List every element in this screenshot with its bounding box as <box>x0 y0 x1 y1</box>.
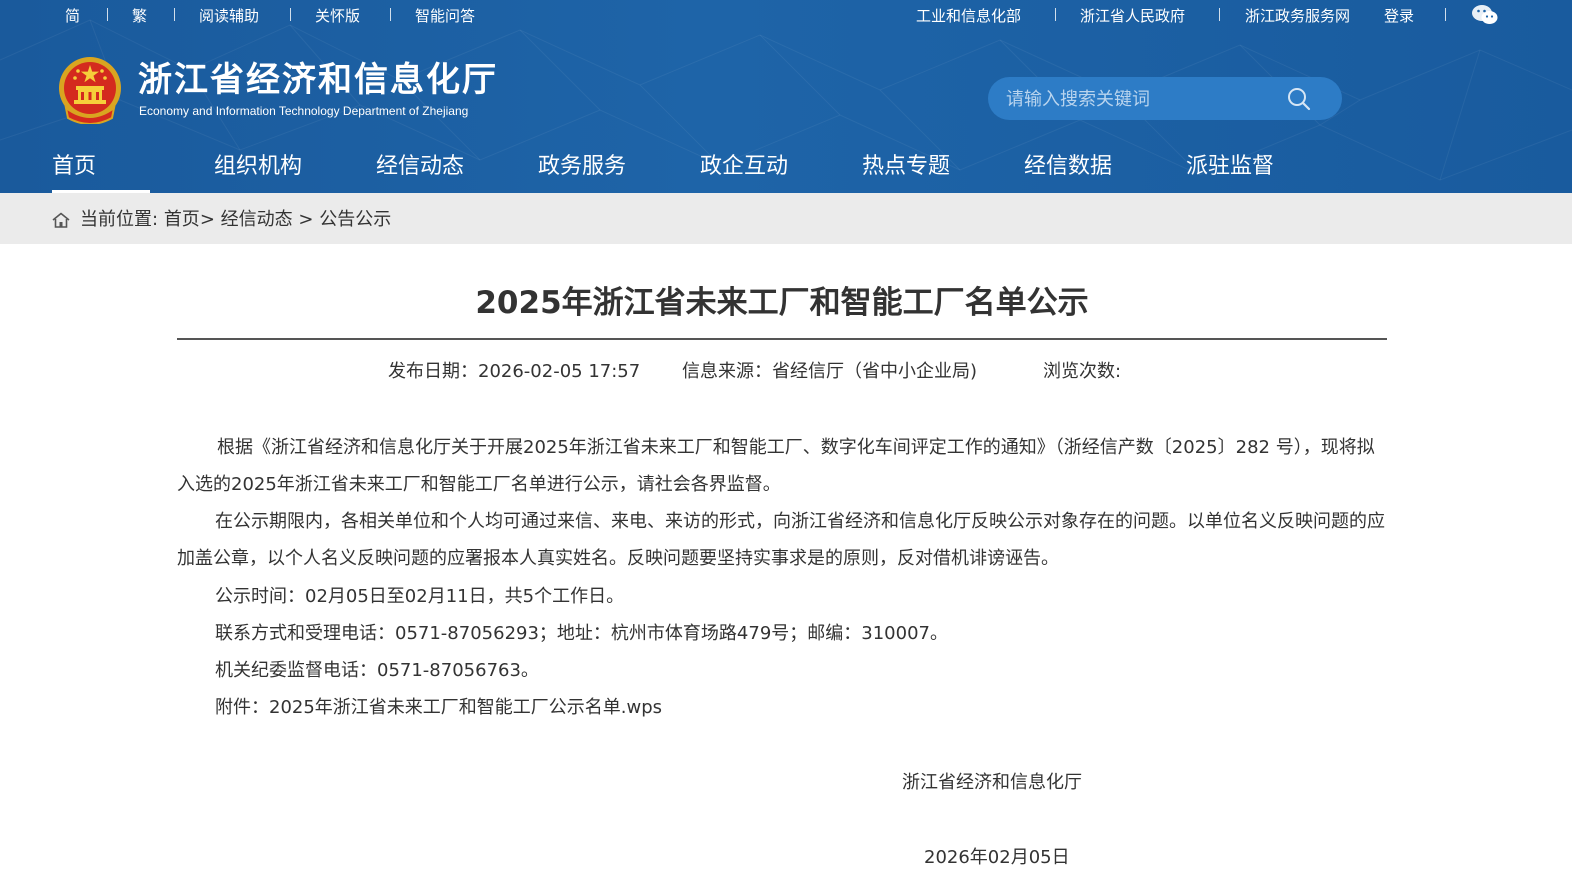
source-value: 省经信厅（省中小企业局) <box>772 361 978 382</box>
divider <box>390 8 391 21</box>
contact-info: 联系方式和受理电话：0571-87056293；地址：杭州市体育场路479号；邮… <box>215 623 948 644</box>
miit-link[interactable]: 工业和信息化部 <box>916 7 1021 25</box>
publish-date-label: 发布日期： <box>388 361 478 382</box>
attachment-row: 附件：2025年浙江省未来工厂和智能工厂公示名单.wps <box>215 696 662 720</box>
info-source: 信息来源：省经信厅（省中小企业局) <box>682 360 977 384</box>
divider <box>107 8 108 21</box>
publish-date: 发布日期：2026-02-05 17:57 <box>388 360 640 384</box>
attachment-link[interactable]: 2025年浙江省未来工厂和智能工厂公示名单.wps <box>269 697 662 718</box>
divider <box>290 8 291 21</box>
nav-data[interactable]: 经信数据 <box>1024 152 1112 193</box>
breadcrumb-news[interactable]: 经信动态 <box>221 209 293 230</box>
supervision-phone: 机关纪委监督电话：0571-87056763。 <box>215 660 539 681</box>
search-icon[interactable] <box>1286 86 1312 112</box>
publish-date-value: 2026-02-05 17:57 <box>478 361 641 382</box>
divider <box>174 8 175 21</box>
breadcrumb-notices[interactable]: 公告公示 <box>319 209 391 230</box>
elderly-care-mode-link[interactable]: 关怀版 <box>315 7 360 25</box>
nav-interaction[interactable]: 政企互动 <box>700 152 788 193</box>
article-paragraph: 在公示期限内，各相关单位和个人均可通过来信、来电、来访的形式，向浙江省经济和信息… <box>177 511 1385 569</box>
nav-home[interactable]: 首页 <box>52 152 151 193</box>
search-box <box>988 77 1342 120</box>
search-input[interactable] <box>1006 86 1286 112</box>
home-icon <box>52 212 70 228</box>
zj-service-link[interactable]: 浙江政务服务网 <box>1245 7 1350 25</box>
nav-organization[interactable]: 组织机构 <box>214 152 302 193</box>
nav-news[interactable]: 经信动态 <box>376 152 464 193</box>
divider <box>1445 8 1446 21</box>
divider <box>1055 8 1056 21</box>
signature-date: 2026年02月05日 <box>924 847 1070 868</box>
top-utility-bar: 简 繁 阅读辅助 关怀版 智能问答 工业和信息化部 浙江省人民政府 浙江政务服务… <box>0 0 1572 34</box>
title-divider <box>177 338 1387 340</box>
article-paragraph: 根据《浙江省经济和信息化厅关于开展2025年浙江省未来工厂和智能工厂、数字化车间… <box>177 437 1375 495</box>
main-nav: 首页 组织机构 经信动态 政务服务 政企互动 热点专题 经信数据 派驻监督 <box>0 148 1572 193</box>
view-count-label: 浏览次数: <box>1043 361 1122 382</box>
traditional-chinese-link[interactable]: 繁 <box>132 7 147 25</box>
breadcrumb-home[interactable]: 首页 <box>164 209 200 230</box>
breadcrumb-separator: > <box>298 209 314 230</box>
smart-qa-link[interactable]: 智能问答 <box>415 7 475 25</box>
zj-gov-link[interactable]: 浙江省人民政府 <box>1080 7 1185 25</box>
divider <box>1219 8 1220 21</box>
wechat-icon[interactable] <box>1471 3 1499 27</box>
article-title: 2025年浙江省未来工厂和智能工厂名单公示 <box>475 285 1089 321</box>
nav-topics[interactable]: 热点专题 <box>862 152 950 193</box>
view-count: 浏览次数: <box>1043 360 1121 384</box>
nav-supervision[interactable]: 派驻监督 <box>1186 152 1274 193</box>
site-subtitle: Economy and Information Technology Depar… <box>139 104 469 118</box>
nav-gov-services[interactable]: 政务服务 <box>538 152 626 193</box>
signature-org: 浙江省经济和信息化厅 <box>902 772 1082 793</box>
reading-assist-link[interactable]: 阅读辅助 <box>199 7 259 25</box>
site-header: 简 繁 阅读辅助 关怀版 智能问答 工业和信息化部 浙江省人民政府 浙江政务服务… <box>0 0 1572 193</box>
publicity-period: 公示时间：02月05日至02月11日，共5个工作日。 <box>215 586 625 607</box>
attachment-label: 附件： <box>215 697 269 718</box>
site-title[interactable]: 浙江省经济和信息化厅 <box>138 60 498 100</box>
national-emblem-logo <box>59 57 121 124</box>
login-link[interactable]: 登录 <box>1384 7 1414 25</box>
simplified-chinese-link[interactable]: 简 <box>65 7 80 25</box>
breadcrumb-separator: > <box>199 209 215 230</box>
breadcrumb-prefix: 当前位置: <box>80 209 159 230</box>
breadcrumb: 当前位置: 首页> 经信动态 > 公告公示 <box>80 208 391 232</box>
source-label: 信息来源： <box>682 361 772 382</box>
